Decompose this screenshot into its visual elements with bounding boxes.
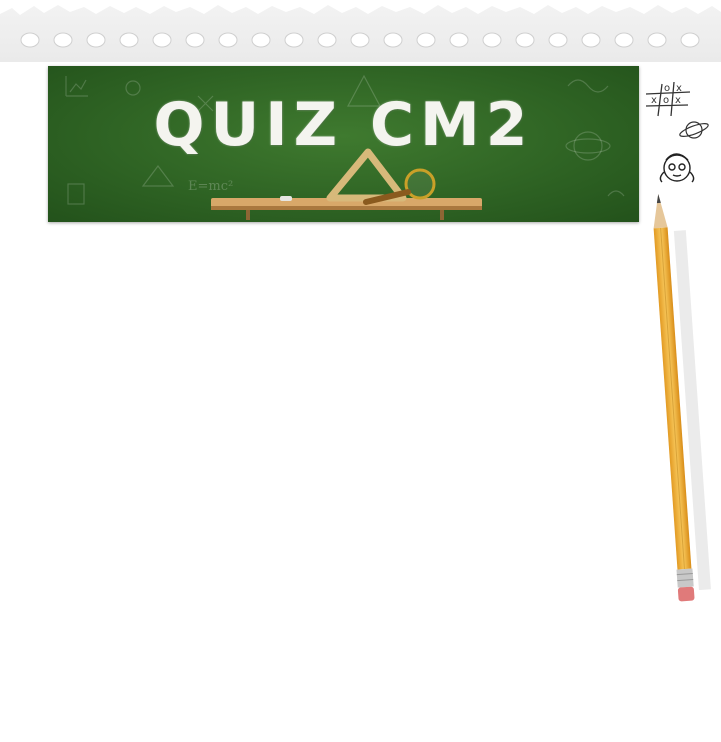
face-doodle-icon [659,153,695,183]
ttt-mark: x [675,95,681,106]
ttt-mark: o [663,95,669,106]
ttt-mark: x [651,95,657,106]
quiz-page: E=mc² QUIZ CM2 o x x o x [0,0,721,742]
ttt-mark: o [664,83,670,94]
pencil [653,194,711,602]
quiz-title: QUIZ CM2 [153,90,534,160]
quiz-banner: E=mc² QUIZ CM2 [48,66,639,222]
spiral-holes [0,0,721,48]
ttt-mark: x [676,83,682,94]
formula-doodle: E=mc² [188,179,233,194]
planet-doodle-icon [679,121,709,139]
pencil-eraser [677,586,695,602]
chalk-piece [280,196,292,201]
margin-doodles: o x x o x [645,81,709,183]
